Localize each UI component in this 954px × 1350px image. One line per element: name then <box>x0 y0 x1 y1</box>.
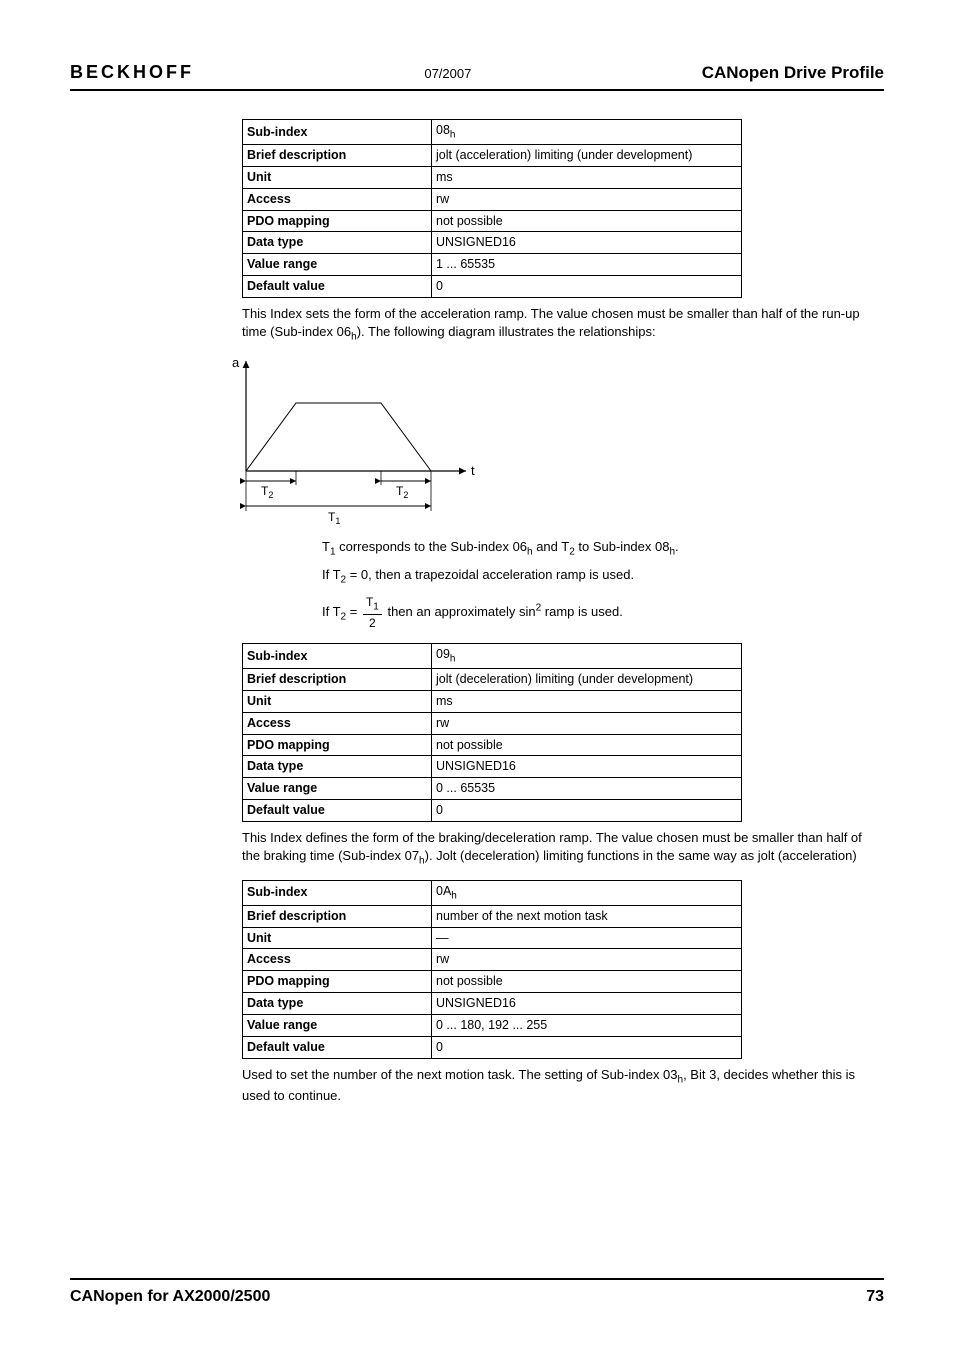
table-row: Sub-index0Ah <box>243 880 742 905</box>
table-row: Unit— <box>243 927 742 949</box>
diagram-t2-left: T2 <box>261 484 273 500</box>
value-dtype: UNSIGNED16 <box>432 232 742 254</box>
param-table-09h: Sub-index09h Brief descriptionjolt (dece… <box>242 643 742 822</box>
value-default: 0 <box>432 276 742 298</box>
paragraph-after-t3: Used to set the number of the next motio… <box>242 1066 882 1105</box>
table-row: Brief descriptionjolt (acceleration) lim… <box>243 144 742 166</box>
axis-x-label: t <box>471 463 475 478</box>
paragraph-after-t1: This Index sets the form of the accelera… <box>242 305 882 344</box>
table-row: Value range0 ... 65535 <box>243 778 742 800</box>
table-row: Sub-index08h <box>243 119 742 144</box>
diagram-t2-right: T2 <box>396 484 408 500</box>
table-row: Brief descriptionnumber of the next moti… <box>243 905 742 927</box>
table-row: Accessrw <box>243 188 742 210</box>
label-brief: Brief description <box>243 144 432 166</box>
table-row: PDO mappingnot possible <box>243 210 742 232</box>
table-row: Data typeUNSIGNED16 <box>243 993 742 1015</box>
table-row: Value range1 ... 65535 <box>243 254 742 276</box>
label-unit: Unit <box>243 166 432 188</box>
label-default: Default value <box>243 276 432 298</box>
table-row: Data typeUNSIGNED16 <box>243 232 742 254</box>
footer-page: 73 <box>866 1286 884 1308</box>
header-date: 07/2007 <box>424 65 471 83</box>
explanation-line1: T1 corresponds to the Sub-index 06h and … <box>322 538 862 559</box>
table-row: Default value0 <box>243 800 742 822</box>
diagram-t1: T1 <box>328 510 340 526</box>
value-range: 1 ... 65535 <box>432 254 742 276</box>
fraction: T12 <box>363 594 382 631</box>
footer-title: CANopen for AX2000/2500 <box>70 1286 270 1308</box>
brand-logo: BECKHOFF <box>70 60 194 84</box>
explanation-line3: If T2 = T12 then an approximately sin2 r… <box>322 594 862 631</box>
value-unit: ms <box>432 166 742 188</box>
page-header: BECKHOFF 07/2007 CANopen Drive Profile <box>70 60 884 91</box>
table-row: Accessrw <box>243 712 742 734</box>
page-footer: CANopen for AX2000/2500 73 <box>70 1278 884 1308</box>
table-row: PDO mappingnot possible <box>243 971 742 993</box>
table-row: Sub-index09h <box>243 643 742 668</box>
content-area: Sub-index08h Brief descriptionjolt (acce… <box>70 91 884 1112</box>
value-access: rw <box>432 188 742 210</box>
label-range: Value range <box>243 254 432 276</box>
label-sub-index: Sub-index <box>243 119 432 144</box>
table-row: Unitms <box>243 166 742 188</box>
label-access: Access <box>243 188 432 210</box>
table-row: Data typeUNSIGNED16 <box>243 756 742 778</box>
table-row: Default value0 <box>243 276 742 298</box>
param-table-08h: Sub-index08h Brief descriptionjolt (acce… <box>242 119 742 298</box>
axis-y-label: a <box>232 355 240 370</box>
value-brief: jolt (acceleration) limiting (under deve… <box>432 144 742 166</box>
table-row: Brief descriptionjolt (deceleration) lim… <box>243 668 742 690</box>
label-dtype: Data type <box>243 232 432 254</box>
table-row: Unitms <box>243 690 742 712</box>
value-pdo: not possible <box>432 210 742 232</box>
acceleration-ramp-diagram: a t T2 T2 T1 <box>206 351 506 531</box>
table-row: Default value0 <box>243 1036 742 1058</box>
paragraph-after-t2: This Index defines the form of the braki… <box>242 829 882 868</box>
table-row: Value range0 ... 180, 192 ... 255 <box>243 1015 742 1037</box>
param-table-0Ah: Sub-index0Ah Brief descriptionnumber of … <box>242 880 742 1059</box>
value-sub-index: 08h <box>432 119 742 144</box>
explanation-line2: If T2 = 0, then a trapezoidal accelerati… <box>322 566 862 587</box>
label-pdo: PDO mapping <box>243 210 432 232</box>
table-row: Accessrw <box>243 949 742 971</box>
table-row: PDO mappingnot possible <box>243 734 742 756</box>
header-section: CANopen Drive Profile <box>702 62 884 85</box>
